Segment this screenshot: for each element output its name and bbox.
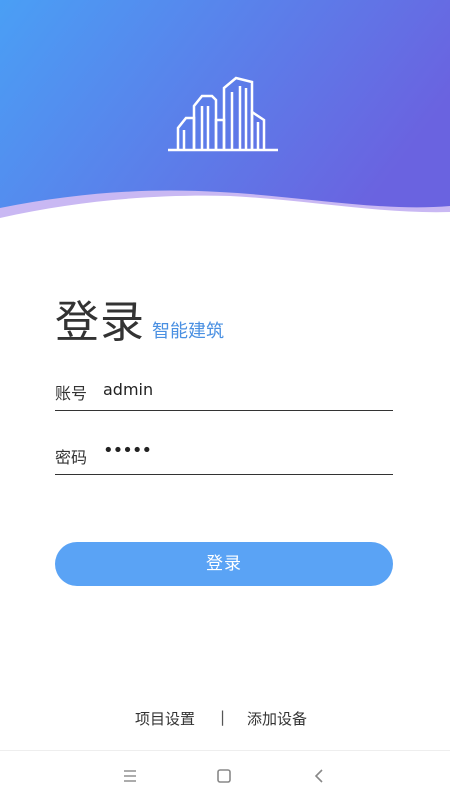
page-title: 登录 (55, 297, 145, 348)
project-settings-link[interactable]: 项目设置 (135, 708, 195, 729)
back-icon[interactable] (308, 765, 332, 787)
footer-links: 项目设置 | 添加设备 (0, 708, 450, 732)
menu-icon[interactable] (118, 765, 142, 787)
password-label: 密码 (55, 448, 88, 467)
app-subtitle: 智能建筑 (152, 321, 224, 342)
account-label: 账号 (55, 384, 88, 403)
login-button[interactable]: 登录 (55, 542, 393, 586)
header-banner (0, 0, 450, 240)
account-input[interactable]: admin (103, 380, 153, 399)
add-device-link[interactable]: 添加设备 (247, 708, 307, 729)
building-icon (168, 76, 278, 152)
link-separator: | (220, 708, 226, 726)
home-icon[interactable] (212, 765, 236, 787)
password-field[interactable]: 密码 ••••• (55, 440, 393, 475)
account-field[interactable]: 账号 admin (55, 376, 393, 411)
password-input[interactable]: ••••• (103, 440, 152, 461)
system-navigation-bar (0, 750, 450, 801)
